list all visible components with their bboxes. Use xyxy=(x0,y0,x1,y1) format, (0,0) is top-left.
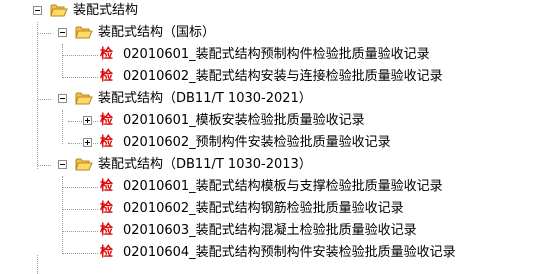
tree-node-group[interactable]: 装配式结构（DB11/T 1030-2013） xyxy=(0,154,541,176)
tree-node-group[interactable]: 装配式结构（DB11/T 1030-2021） xyxy=(0,88,541,110)
check-record-icon: 检 xyxy=(100,179,114,194)
collapse-toggle-icon[interactable] xyxy=(58,160,67,169)
tree-leaf-label: 02010602_预制构件安装检验批质量验收记录 xyxy=(123,135,391,150)
tree-leaf[interactable]: 检 02010602_装配式结构钢筋检验批质量验收记录 xyxy=(0,198,541,220)
tree-leaf[interactable]: 检 02010602_预制构件安装检验批质量验收记录 xyxy=(0,132,541,154)
tree-node-group[interactable]: 装配式结构（国标） xyxy=(0,22,541,44)
open-folder-icon xyxy=(75,91,93,106)
check-record-icon: 检 xyxy=(100,245,114,260)
expand-toggle-icon[interactable] xyxy=(83,138,92,147)
check-record-icon: 检 xyxy=(100,135,114,150)
check-record-icon: 检 xyxy=(100,201,114,216)
tree-leaf-label: 02010601_装配式结构模板与支撑检验批质量验收记录 xyxy=(123,179,443,194)
tree-leaf-label: 02010603_装配式结构混凝土检验批质量验收记录 xyxy=(123,223,417,238)
tree-leaf[interactable]: 检 02010602_装配式结构安装与连接检验批质量验收记录 xyxy=(0,66,541,88)
collapse-toggle-icon[interactable] xyxy=(58,28,67,37)
check-record-icon: 检 xyxy=(100,223,114,238)
tree-leaf-label: 02010601_装配式结构预制构件检验批质量验收记录 xyxy=(123,47,430,62)
tree-node-root[interactable]: 装配式结构 xyxy=(0,0,541,22)
tree-view[interactable]: 装配式结构 装配式结构（国标） 检 02010601_装配式结构预制构件检验批质… xyxy=(0,0,541,274)
check-record-icon: 检 xyxy=(100,113,114,128)
tree-node-label: 装配式结构（DB11/T 1030-2021） xyxy=(98,91,312,106)
tree-leaf[interactable]: 检 02010601_装配式结构模板与支撑检验批质量验收记录 xyxy=(0,176,541,198)
collapse-toggle-icon[interactable] xyxy=(33,6,42,15)
tree-node-label: 装配式结构（国标） xyxy=(98,25,216,40)
tree-leaf[interactable]: 检 02010603_装配式结构混凝土检验批质量验收记录 xyxy=(0,220,541,242)
open-folder-icon xyxy=(50,3,68,18)
tree-leaf[interactable]: 检 02010604_装配式结构预制构件安装检验批质量验收记录 xyxy=(0,242,541,264)
check-record-icon: 检 xyxy=(100,47,114,62)
expand-toggle-icon[interactable] xyxy=(83,116,92,125)
open-folder-icon xyxy=(75,25,93,40)
tree-leaf-label: 02010601_模板安装检验批质量验收记录 xyxy=(123,113,365,128)
tree-leaf[interactable]: 检 02010601_装配式结构预制构件检验批质量验收记录 xyxy=(0,44,541,66)
tree-leaf[interactable]: 检 02010601_模板安装检验批质量验收记录 xyxy=(0,110,541,132)
open-folder-icon xyxy=(75,157,93,172)
tree-node-label: 装配式结构（DB11/T 1030-2013） xyxy=(98,157,312,172)
tree-leaf-label: 02010602_装配式结构安装与连接检验批质量验收记录 xyxy=(123,69,443,84)
tree-node-label: 装配式结构 xyxy=(73,3,139,18)
tree-leaf-label: 02010602_装配式结构钢筋检验批质量验收记录 xyxy=(123,201,404,216)
tree-leaf-label: 02010604_装配式结构预制构件安装检验批质量验收记录 xyxy=(123,245,456,260)
check-record-icon: 检 xyxy=(100,69,114,84)
collapse-toggle-icon[interactable] xyxy=(58,94,67,103)
